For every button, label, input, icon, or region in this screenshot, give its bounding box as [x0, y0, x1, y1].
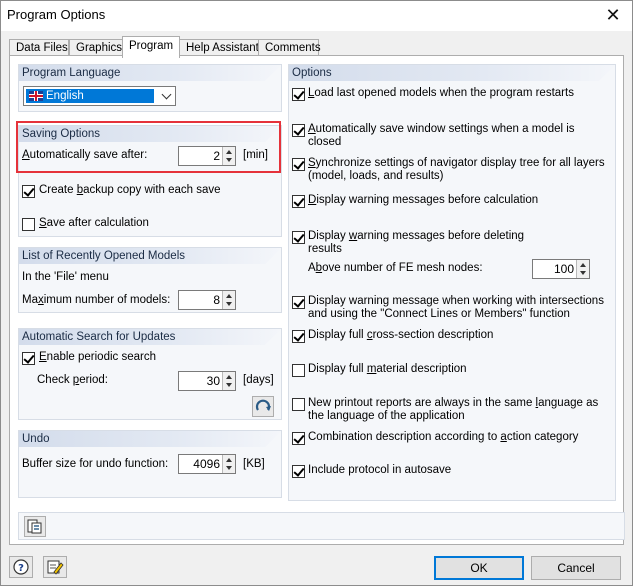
max-models-value[interactable]: 8	[179, 291, 223, 309]
panel-footer-strip	[18, 512, 625, 540]
ok-button[interactable]: OK	[434, 556, 524, 580]
undo-buffer-value[interactable]: 4096	[179, 455, 223, 473]
file-menu-label: In the 'File' menu	[22, 271, 109, 283]
option-warn-delete-checkbox[interactable]	[292, 231, 305, 244]
backup-copy-checkbox[interactable]	[22, 185, 35, 198]
chevron-down-icon[interactable]	[161, 89, 172, 100]
backup-copy-label: Create backup copy with each save	[39, 184, 221, 196]
option-protocol-autosave-checkbox[interactable]	[292, 465, 305, 478]
save-after-calc-checkbox[interactable]	[22, 218, 35, 231]
language-select[interactable]: English	[23, 86, 176, 106]
option-cross-section-label: Display full cross-section description	[308, 329, 494, 341]
option-sync-navigator-label-line2: (model, loads, and results)	[308, 170, 444, 182]
option-warn-intersections-label-line2: and using the "Connect Lines or Members"…	[308, 308, 570, 320]
undo-buffer-unit: [KB]	[243, 458, 265, 470]
stepper-arrows[interactable]	[222, 372, 235, 390]
option-printout-language-label-line2: the language of the application	[308, 410, 465, 422]
undo-header: Undo	[19, 431, 281, 447]
save-after-calc-label: Save after calculation	[39, 217, 149, 229]
arrow-down-icon[interactable]	[580, 271, 586, 275]
refresh-icon	[255, 399, 271, 411]
option-warn-calc-label: Display warning messages before calculat…	[308, 194, 539, 206]
updates-header: Automatic Search for Updates	[19, 329, 281, 345]
options-header: Options	[289, 65, 615, 81]
arrow-down-icon[interactable]	[226, 383, 232, 387]
option-printout-language-label: New printout reports are always in the s…	[308, 397, 599, 409]
option-sync-navigator-checkbox[interactable]	[292, 158, 305, 171]
arrow-down-icon[interactable]	[226, 466, 232, 470]
edit-button[interactable]	[43, 556, 67, 578]
option-protocol-autosave-label: Include protocol in autosave	[308, 464, 452, 476]
check-now-button[interactable]	[252, 396, 274, 417]
option-warn-intersections-label: Display warning message when working wit…	[308, 295, 604, 307]
option-combination-checkbox[interactable]	[292, 432, 305, 445]
option-autosave-window-label-line2: closed	[308, 136, 342, 148]
options-group: Options Load last opened models when the…	[288, 64, 616, 501]
arrow-up-icon[interactable]	[226, 458, 232, 462]
stepper-arrows[interactable]	[222, 291, 235, 309]
check-period-label: Check period:	[37, 374, 108, 386]
arrow-up-icon[interactable]	[580, 263, 586, 267]
program-language-header: Program Language	[19, 65, 281, 81]
arrow-up-icon[interactable]	[226, 294, 232, 298]
highlight-box	[16, 121, 281, 173]
option-warn-delete-label-line2: results	[308, 243, 342, 255]
check-period-value[interactable]: 30	[179, 372, 223, 390]
default-settings-button[interactable]	[24, 516, 46, 537]
recent-models-group: List of Recently Opened Models In the 'F…	[18, 247, 282, 313]
undo-group: Undo Buffer size for undo function: 4096…	[18, 430, 282, 498]
program-options-dialog: Program Options ✕ Data Files Graphics Pr…	[0, 0, 633, 586]
fe-nodes-label: Above number of FE mesh nodes:	[308, 262, 483, 274]
option-printout-language-checkbox[interactable]	[292, 398, 305, 411]
option-material-label: Display full material description	[308, 363, 467, 375]
svg-text:?: ?	[18, 563, 24, 574]
option-autosave-window-label: Automatically save window settings when …	[308, 123, 575, 135]
option-autosave-window-checkbox[interactable]	[292, 124, 305, 137]
close-icon[interactable]: ✕	[602, 4, 624, 26]
fe-nodes-value[interactable]: 100	[533, 260, 577, 278]
edit-icon	[47, 560, 64, 575]
program-language-group: Program Language English	[18, 64, 282, 112]
fe-nodes-stepper[interactable]: 100	[532, 259, 590, 279]
arrow-up-icon[interactable]	[226, 375, 232, 379]
help-icon: ?	[13, 559, 29, 575]
enable-periodic-search-checkbox[interactable]	[22, 352, 35, 365]
enable-periodic-search-label: Enable periodic search	[39, 351, 156, 363]
undo-buffer-label: Buffer size for undo function:	[22, 458, 169, 470]
title-bar: Program Options ✕	[1, 1, 632, 31]
option-material-checkbox[interactable]	[292, 364, 305, 377]
check-period-unit: [days]	[243, 374, 274, 386]
option-sync-navigator-label: Synchronize settings of navigator displa…	[308, 157, 605, 169]
undo-buffer-stepper[interactable]: 4096	[178, 454, 236, 474]
uk-flag-icon	[29, 91, 43, 101]
option-load-last-checkbox[interactable]	[292, 88, 305, 101]
window-title: Program Options	[7, 7, 106, 22]
max-models-stepper[interactable]: 8	[178, 290, 236, 310]
option-warn-intersections-checkbox[interactable]	[292, 296, 305, 309]
arrow-down-icon[interactable]	[226, 302, 232, 306]
updates-group: Automatic Search for Updates Enable peri…	[18, 328, 282, 420]
option-load-last-label: Load last opened models when the program…	[308, 87, 574, 99]
option-warn-calc-checkbox[interactable]	[292, 195, 305, 208]
option-combination-label: Combination description according to act…	[308, 431, 579, 443]
stepper-arrows[interactable]	[576, 260, 589, 278]
stepper-arrows[interactable]	[222, 455, 235, 473]
help-button[interactable]: ?	[9, 556, 33, 578]
default-settings-icon	[27, 519, 42, 534]
program-tab-panel: Program Language English Saving Options …	[9, 55, 625, 545]
recent-models-header: List of Recently Opened Models	[19, 248, 281, 264]
cancel-button[interactable]: Cancel	[531, 556, 621, 580]
option-warn-delete-label: Display warning messages before deleting	[308, 230, 525, 242]
max-models-label: Maximum number of models:	[22, 294, 171, 306]
option-cross-section-checkbox[interactable]	[292, 330, 305, 343]
tab-program[interactable]: Program	[122, 36, 180, 58]
check-period-stepper[interactable]: 30	[178, 371, 236, 391]
language-selected: English	[26, 89, 154, 103]
